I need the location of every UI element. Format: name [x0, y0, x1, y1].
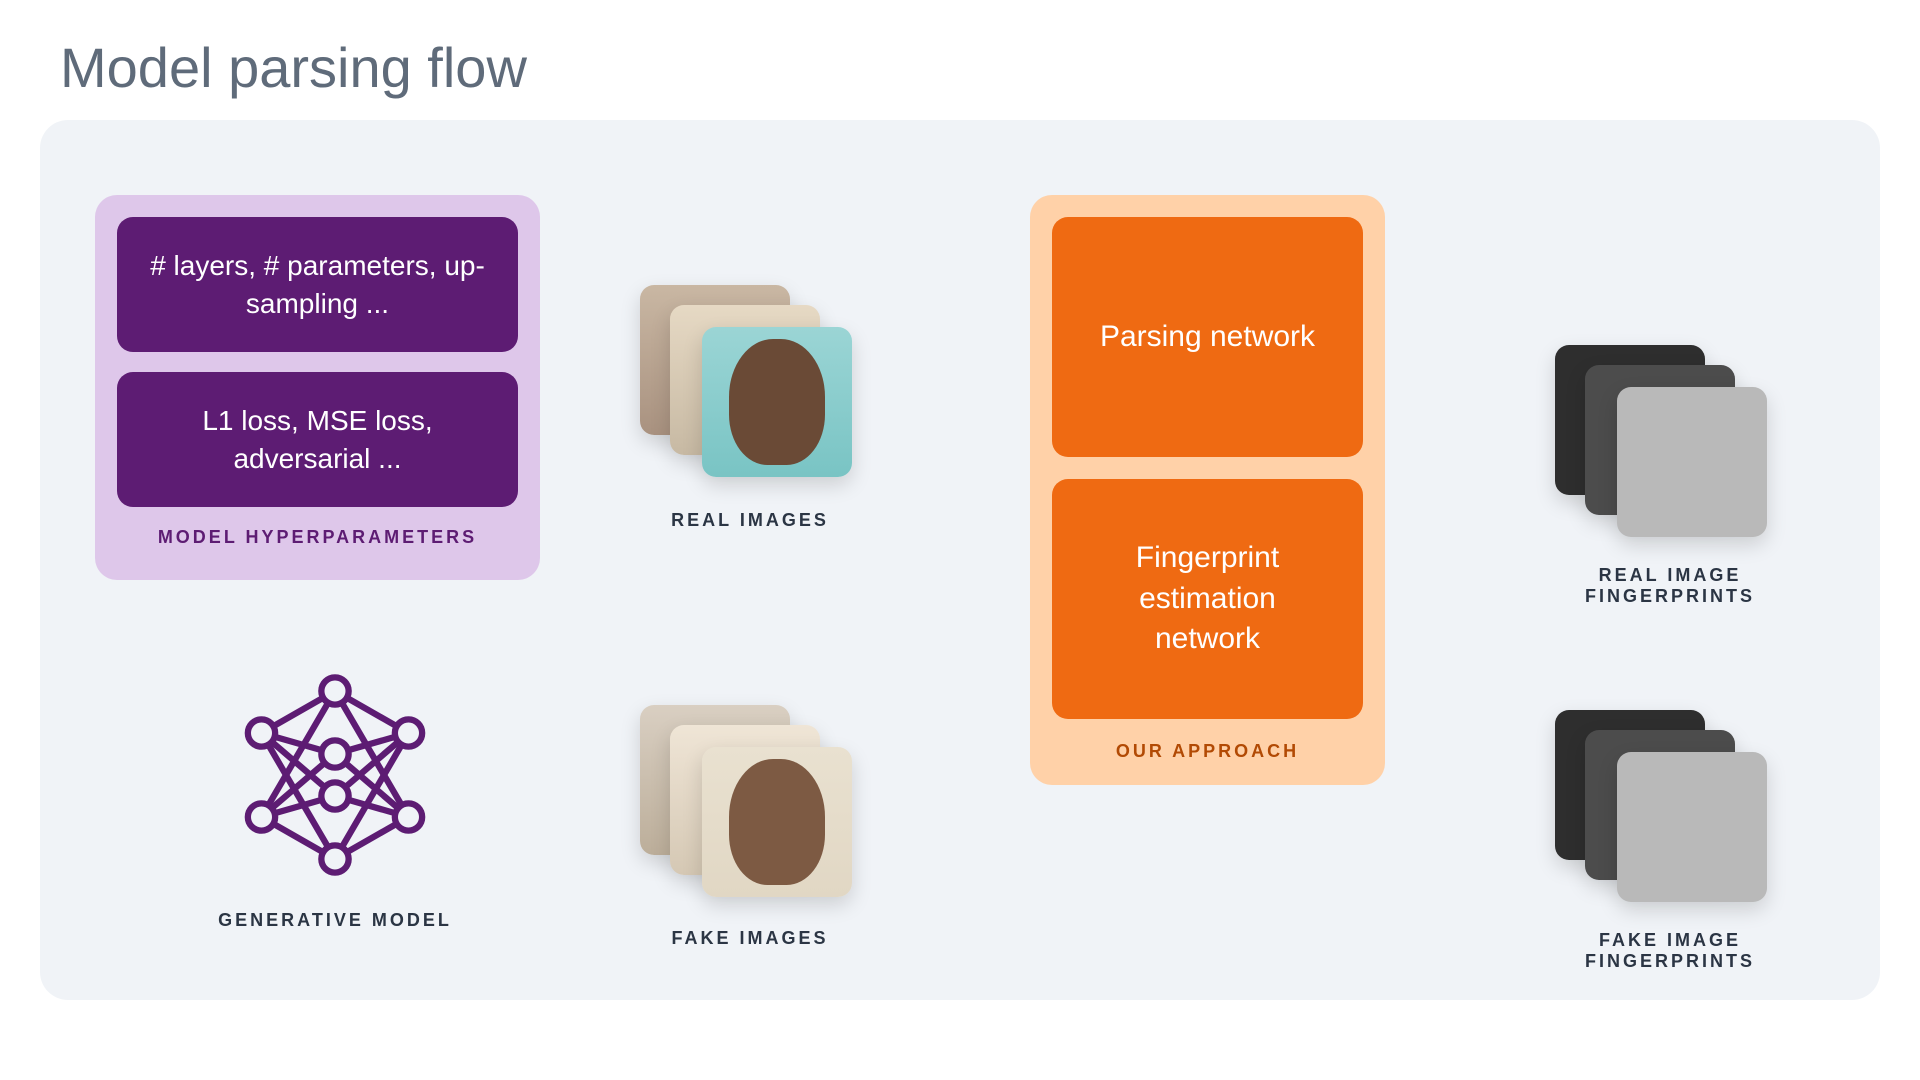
fingerprint-card	[1617, 752, 1767, 902]
fake-fingerprints-label: FAKE IMAGE FINGERPRINTS	[1545, 930, 1795, 972]
fingerprint-network-block: Fingerprint estimation network	[1052, 479, 1363, 719]
hyperparam-architecture: # layers, # parameters, up-sampling ...	[117, 217, 518, 352]
parsing-network-block: Parsing network	[1052, 217, 1363, 457]
hyperparam-losses: L1 loss, MSE loss, adversarial ...	[117, 372, 518, 507]
hyperparameters-box: # layers, # parameters, up-sampling ... …	[95, 195, 540, 580]
generative-model-label: GENERATIVE MODEL	[180, 910, 490, 931]
approach-box: Parsing network Fingerprint estimation n…	[1030, 195, 1385, 785]
fake-image-card	[702, 747, 852, 897]
fingerprint-card	[1617, 387, 1767, 537]
real-images-label: REAL IMAGES	[640, 510, 860, 531]
diagram-title: Model parsing flow	[60, 35, 527, 100]
fake-images-label: FAKE IMAGES	[640, 928, 860, 949]
real-fingerprints-label: REAL IMAGE FINGERPRINTS	[1545, 565, 1795, 607]
neural-network-icon	[230, 670, 440, 880]
real-image-card	[702, 327, 852, 477]
hyperparam-caption: MODEL HYPERPARAMETERS	[117, 527, 518, 548]
approach-caption: OUR APPROACH	[1052, 741, 1363, 762]
